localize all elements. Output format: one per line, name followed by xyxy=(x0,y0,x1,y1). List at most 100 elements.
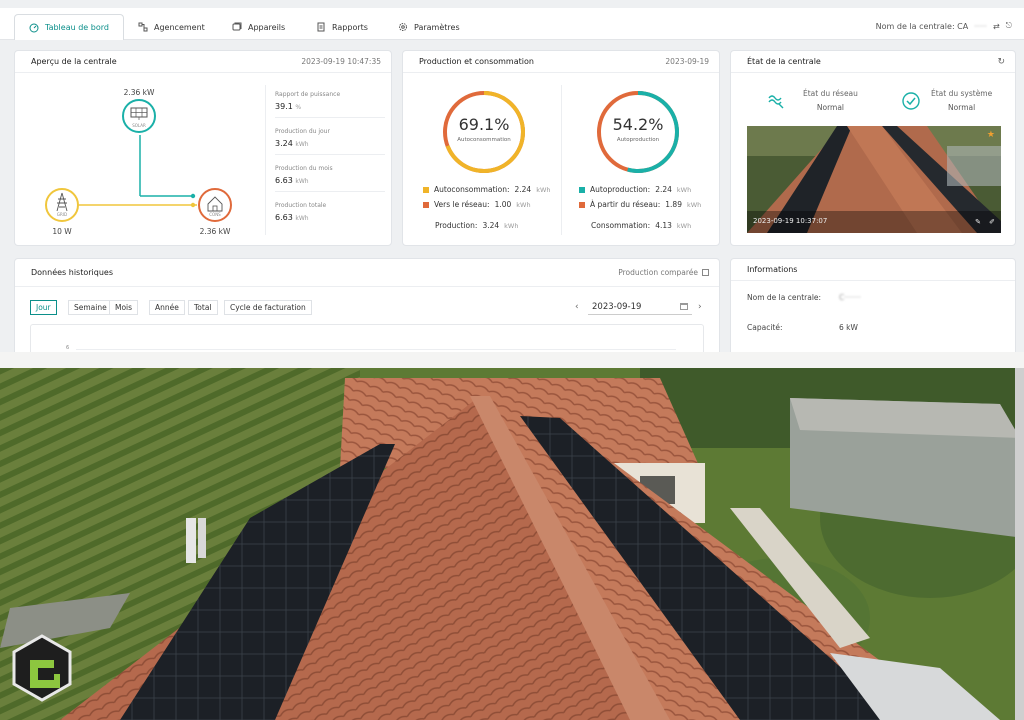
range-month[interactable]: Mois xyxy=(109,300,139,315)
edit-icon[interactable]: ✐ xyxy=(989,218,995,226)
tab-dashboard[interactable]: Tableau de bord xyxy=(14,14,124,40)
network-value: Normal xyxy=(816,103,845,112)
state-header: État de la centrale ↻ xyxy=(731,51,1015,73)
self-consumption-pct: 69.1% xyxy=(458,115,510,134)
legend-label: À partir du réseau: xyxy=(590,200,661,209)
info-name-value: C······· xyxy=(839,293,861,302)
energy-flow-diagram: SOLAR 2.36 kW GRID 10 W CONS 2.36 kW xyxy=(45,88,232,236)
separator-band xyxy=(0,352,1024,368)
stat-value: 6.63 xyxy=(275,176,293,185)
self-consumption-sub: Autoconsommation xyxy=(457,137,511,143)
total-label: Production: xyxy=(435,221,478,230)
plant-label: Nom de la centrale: CA xyxy=(875,21,969,31)
pin-icon[interactable]: ✎ xyxy=(975,218,981,226)
legend-value: 1.00 xyxy=(494,200,512,209)
gridline xyxy=(76,349,676,350)
stat-value-row: 39.1 % xyxy=(275,102,385,111)
stat-value-row: 3.24 kWh xyxy=(275,139,385,148)
stat-value: 6.63 xyxy=(275,213,293,222)
network-status: État du réseau Normal xyxy=(803,89,858,112)
compare-toggle[interactable]: Production comparée xyxy=(618,268,709,277)
production-title: Production et consommation xyxy=(419,57,534,66)
stat-value: 39.1 xyxy=(275,102,293,111)
divider xyxy=(561,85,562,235)
state-title: État de la centrale xyxy=(747,57,821,66)
legend-unit: kWh xyxy=(676,185,692,194)
tab-reports[interactable]: Rapports xyxy=(316,14,368,40)
flow-dot xyxy=(190,193,196,199)
production-header: Production et consommation 2023-09-19 xyxy=(403,51,719,73)
divider xyxy=(265,85,266,235)
tab-settings[interactable]: Paramètres xyxy=(398,14,460,40)
tab-layout[interactable]: Agencement xyxy=(138,14,205,40)
legend-swatch xyxy=(423,186,429,193)
roof-photo xyxy=(0,368,1024,720)
date-picker[interactable]: 2023-09-19 xyxy=(588,299,692,315)
range-label: Semaine xyxy=(74,303,107,312)
prev-date-icon[interactable]: ‹ xyxy=(575,302,579,312)
checkbox-icon[interactable] xyxy=(702,269,709,276)
production-total: Production: 3.24 kWh xyxy=(435,221,518,230)
legend-value: 2.24 xyxy=(514,185,532,194)
grid-power: 10 W xyxy=(52,227,72,236)
refresh-icon[interactable]: ↻ xyxy=(997,57,1005,67)
calendar-icon[interactable] xyxy=(680,303,688,310)
plant-photo[interactable]: ★ 2023-09-19 10:37:07 ✎ ✐ xyxy=(747,126,1001,233)
check-circle-icon xyxy=(902,92,920,110)
legend-value: 1.89 xyxy=(665,200,682,209)
overview-title: Aperçu de la centrale xyxy=(31,57,117,66)
stat-label: Production du jour xyxy=(275,128,330,135)
total-value: 4.13 xyxy=(655,221,672,230)
switch-icon[interactable]: ⇄ xyxy=(993,22,1000,31)
production-date: 2023-09-19 xyxy=(665,57,709,66)
tab-label: Agencement xyxy=(154,22,205,32)
vent-pipe xyxy=(186,518,196,563)
legend-label: Autoproduction: xyxy=(590,185,651,194)
range-total[interactable]: Total xyxy=(188,300,218,315)
stat-unit: kWh xyxy=(295,141,309,148)
system-value: Normal xyxy=(948,103,976,112)
legend-label: Vers le réseau: xyxy=(434,200,490,209)
star-icon[interactable]: ★ xyxy=(987,130,995,140)
stat-value-row: 6.63 kWh xyxy=(275,176,385,185)
total-unit: kWh xyxy=(676,221,692,230)
range-label: Année xyxy=(155,303,179,312)
tab-label: Paramètres xyxy=(414,22,460,32)
legend-swatch xyxy=(579,186,585,193)
plant-selector[interactable]: Nom de la centrale: CA ····· ⇄ ⎋ xyxy=(876,21,1012,31)
overview-card: Aperçu de la centrale 2023-09-19 10:47:3… xyxy=(14,50,392,246)
legend-label: Autoconsommation: xyxy=(434,185,510,194)
legend-unit: kWh xyxy=(516,200,531,209)
system-status: État du système Normal xyxy=(931,89,992,112)
stat-power-ratio: Rapport de puissance 39.1 % xyxy=(275,91,385,118)
legend-unit: kWh xyxy=(536,185,551,194)
self-production-text: 54.2% Autoproduction xyxy=(595,115,681,143)
range-year[interactable]: Année xyxy=(149,300,185,315)
stat-unit: kWh xyxy=(295,178,309,185)
next-date-icon[interactable]: › xyxy=(698,302,702,312)
total-unit: kWh xyxy=(504,221,519,230)
legend-self-consumption: Autoconsommation: 2.24 kWh xyxy=(423,185,551,194)
info-capacity-value: 6 kW xyxy=(839,323,858,332)
legend-swatch xyxy=(423,201,429,208)
self-production-pct: 54.2% xyxy=(612,115,664,134)
compare-label: Production comparée xyxy=(618,268,698,277)
grid-wave-icon xyxy=(768,95,784,109)
state-card: État de la centrale ↻ État du réseau Nor… xyxy=(730,50,1016,246)
range-billing-cycle[interactable]: Cycle de facturation xyxy=(224,300,312,315)
range-label: Cycle de facturation xyxy=(230,303,306,312)
range-day[interactable]: Jour xyxy=(30,300,57,315)
legend-from-grid: À partir du réseau: 1.89 kWh xyxy=(579,200,701,209)
info-card: Informations Nom de la centrale: C······… xyxy=(730,258,1016,352)
stat-label: Production totale xyxy=(275,202,327,209)
total-value: 3.24 xyxy=(482,221,500,230)
photo-timestamp: 2023-09-19 10:37:07 xyxy=(753,217,828,225)
exit-icon[interactable]: ⎋ xyxy=(1006,21,1012,31)
production-card: Production et consommation 2023-09-19 69… xyxy=(402,50,720,246)
stat-value-row: 6.63 kWh xyxy=(275,213,385,222)
layout-icon xyxy=(138,22,148,32)
consumption-total: Consommation: 4.13 kWh xyxy=(591,221,691,230)
history-chart-area xyxy=(30,324,704,352)
tab-devices[interactable]: Appareils xyxy=(232,14,285,40)
range-week[interactable]: Semaine xyxy=(68,300,113,315)
